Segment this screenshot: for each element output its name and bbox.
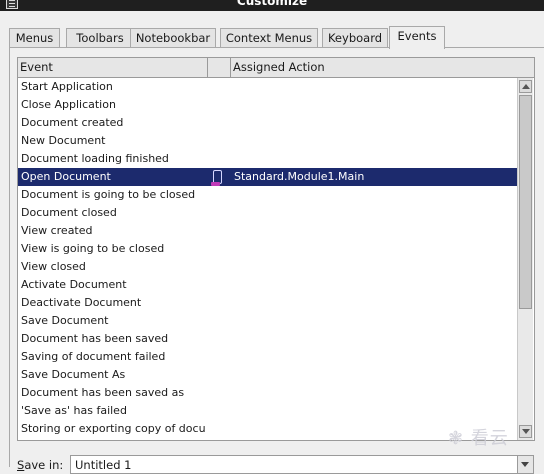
event-name: Save Document <box>21 314 109 327</box>
watermark-logo: ❃ 看云 <box>448 428 509 449</box>
macro-assigned-icon <box>211 170 222 186</box>
event-name: 'Save as' has failed <box>21 404 127 417</box>
table-row[interactable]: Document is going to be closed <box>18 186 517 204</box>
table-row[interactable]: Deactivate Document <box>18 294 517 312</box>
table-row[interactable]: Document loading finished <box>18 150 517 168</box>
table-row[interactable]: Save Document As <box>18 366 517 384</box>
table-row[interactable]: Document closed <box>18 204 517 222</box>
event-name: Start Application <box>21 80 113 93</box>
table-header: Event Assigned Action <box>18 58 534 78</box>
table-row[interactable]: Saving of document failed <box>18 348 517 366</box>
column-header-event[interactable]: Event <box>18 58 208 77</box>
tab-events[interactable]: Events <box>389 26 445 49</box>
tab-context-menus[interactable]: Context Menus <box>220 28 318 48</box>
scrollbar-thumb[interactable] <box>519 95 532 309</box>
save-in-value: Untitled 1 <box>75 458 132 472</box>
event-name: Deactivate Document <box>21 296 142 309</box>
table-row[interactable]: Document has been saved as <box>18 384 517 402</box>
event-name: Document created <box>21 116 124 129</box>
event-name: Document has been saved as <box>21 386 185 399</box>
event-name: View created <box>21 224 93 237</box>
table-row[interactable]: New Document <box>18 132 517 150</box>
event-name: New Document <box>21 134 106 147</box>
table-row[interactable]: Start Application <box>18 78 517 96</box>
assigned-action: Standard.Module1.Main <box>234 170 365 183</box>
scroll-up-arrow-icon[interactable] <box>519 80 532 93</box>
event-name: View closed <box>21 260 86 273</box>
events-table: Event Assigned Action Start Application C… <box>17 57 535 441</box>
table-row[interactable]: Activate Document <box>18 276 517 294</box>
event-name: Activate Document <box>21 278 127 291</box>
table-row[interactable]: Document created <box>18 114 517 132</box>
table-row[interactable]: 'Save as' has failed <box>18 402 517 420</box>
column-header-assigned-action[interactable]: Assigned Action <box>231 58 534 77</box>
scroll-down-arrow-icon[interactable] <box>519 425 532 438</box>
event-name: Document is going to be closed <box>21 188 196 201</box>
table-row[interactable]: View is going to be closed <box>18 240 517 258</box>
vertical-scrollbar[interactable] <box>517 78 533 440</box>
tab-toolbars[interactable]: Toolbars <box>66 28 134 48</box>
save-in-label: Save in: <box>17 458 64 472</box>
table-row[interactable]: Document has been saved <box>18 330 517 348</box>
chevron-down-icon[interactable] <box>517 456 533 473</box>
table-row[interactable]: View created <box>18 222 517 240</box>
event-name: Save Document As <box>21 368 126 381</box>
event-name: View is going to be closed <box>21 242 165 255</box>
tab-notebookbar[interactable]: Notebookbar <box>130 28 216 48</box>
table-row[interactable]: Open Document Standard.Module1.Main <box>18 168 517 186</box>
event-name: Open Document <box>21 170 111 183</box>
table-row[interactable]: Close Application <box>18 96 517 114</box>
column-header-spacer <box>208 58 231 77</box>
save-in-select[interactable]: Untitled 1 <box>70 455 534 474</box>
event-name: Document has been saved <box>21 332 169 345</box>
event-name: Storing or exporting copy of docu <box>21 422 206 435</box>
table-row[interactable]: View closed <box>18 258 517 276</box>
event-name: Document loading finished <box>21 152 169 165</box>
window-title: Customize <box>236 0 308 8</box>
tab-menus[interactable]: Menus <box>9 28 60 48</box>
table-row[interactable]: Storing or exporting copy of docu <box>18 420 517 438</box>
event-name: Saving of document failed <box>21 350 166 363</box>
title-bar: Customize <box>0 0 544 11</box>
tab-keyboard[interactable]: Keyboard <box>322 28 388 48</box>
event-name: Close Application <box>21 98 116 111</box>
event-name: Document closed <box>21 206 117 219</box>
table-row[interactable]: Save Document <box>18 312 517 330</box>
table-body: Start Application Close Application Docume… <box>18 78 517 440</box>
